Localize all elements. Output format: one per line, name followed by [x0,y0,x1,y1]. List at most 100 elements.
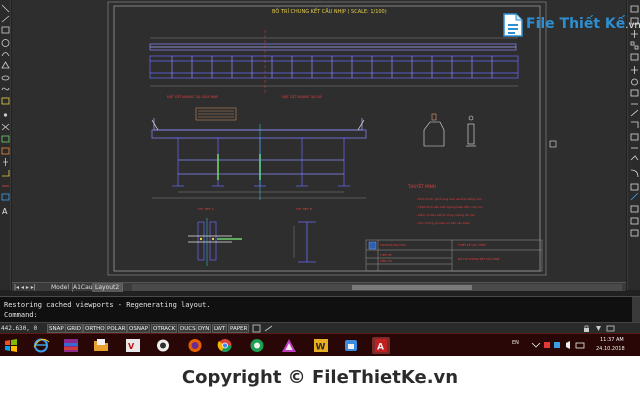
circle-tool-icon [1,39,10,47]
erase-icon [630,5,639,13]
volume-icon [566,341,570,349]
bridge-cross-section [151,107,367,200]
horizontal-scrollbar[interactable] [132,284,622,291]
detail-label-left: CHI TIẾT A [198,205,215,211]
detail-b-ibeam [293,221,316,263]
file-explorer-icon[interactable] [92,337,110,354]
winrar-icon[interactable] [62,337,80,354]
section-label-mid: MẶT CẮT NGANG TẠI GỐI [282,94,322,99]
clock-time[interactable]: 11:37 AM [600,337,624,343]
bridge-elevation [149,30,519,94]
command-window[interactable]: Restoring cached viewports - Regeneratin… [0,296,640,322]
detail-a-connection [188,218,242,266]
trim-right-icon [630,109,639,117]
unikey-icon[interactable]: V [124,337,142,354]
lwt-toggle[interactable]: LWT [212,324,228,333]
steel-girders [172,137,350,187]
word-icon[interactable]: W [312,337,330,354]
title-block-row1: THIẾT KẾ [380,251,392,257]
lock-icon[interactable] [582,324,591,333]
autocad-window: A BỐ TRÍ CHUNG KẾT CẤU NHỊP (SCALE: 1/1… [0,0,640,356]
chrome-icon[interactable] [216,337,234,354]
layout-tabs-bar: |◂ ◂ ▸ ▸| Model A1Cau Layout2 [12,282,626,292]
language-indicator[interactable]: EN [512,340,519,346]
move-right-icon [631,66,638,74]
dyn-toggle[interactable]: DYN [196,324,212,333]
notes-heading: THUYẾT MINH [407,183,436,189]
arc-tool-icon [1,52,10,57]
note-line-3: - Dầm có liên kết bu lông cường độ cao [416,213,475,217]
osnap-toggle[interactable]: OSNAP [127,324,151,333]
extend-icon [631,121,639,128]
command-history: Restoring cached viewports - Regeneratin… [4,301,211,309]
left-toolbar: A [0,0,11,290]
brand-name: File Thiết Kế.vn [526,16,640,32]
crosshair-pickbox [549,140,557,148]
brand-watermark: File Thiết Kế.vn [500,10,640,40]
coc-coc-icon[interactable] [248,337,266,354]
properties-icon [630,192,639,201]
horizontal-scroll-thumb[interactable] [352,285,472,290]
layer-icon [630,205,639,213]
drawing-canvas[interactable]: BỐ TRÍ CHUNG KẾT CẤU NHỊP ( SCALE: 1/100… [12,0,640,282]
brand-text: File Thiết Kế [526,16,626,32]
coordinate-readout: 442.630, 0 [1,325,38,332]
battery-icon [575,342,585,349]
note-line-1: - Kích thước ghi trong bản vẽ tính bằng … [416,196,482,201]
firefox-icon[interactable] [186,337,204,354]
match-icon [630,217,639,225]
hatch-tool-icon [1,123,10,131]
polygon-tool-icon [1,61,10,69]
viewport-icon[interactable] [252,324,261,333]
snap-toggle[interactable]: SNAP [47,324,66,333]
title-block-sheet: BỐ TRÍ CHUNG KẾT CẤU NHỊP [458,255,500,261]
region-tool-icon [1,135,10,143]
screen-tool-icon[interactable] [280,337,298,354]
svg-text:V: V [128,342,135,351]
detail-pier [423,113,445,147]
windows-taskbar: V W A EN 11:37 AM 24.10.2018 [0,333,640,356]
note-line-4: - Sơn chống gỉ toàn bộ kết cấu thép [416,221,470,225]
tray-chevron-icon [531,342,541,348]
left-toolbar-icons: A [1,4,10,216]
svg-text:W: W [316,343,326,353]
detail-label-mid: CHI TIẾT B [296,205,312,211]
tab-navigation-arrows[interactable]: |◂ ◂ ▸ ▸| [14,284,36,291]
multiline-text-icon [1,193,10,201]
title-block-org: TRƯỜNG ĐẠI HỌC [379,242,406,247]
ortho-toggle[interactable]: ORTHO [83,324,107,333]
svg-text:A: A [377,343,384,353]
command-prompt[interactable]: Command: [4,311,38,319]
autocad-icon[interactable]: A [372,337,390,354]
clock-date[interactable]: 24.10.2018 [596,346,625,352]
internet-explorer-icon[interactable] [32,337,50,354]
command-scrollbar[interactable] [632,297,640,322]
system-tray-icons[interactable] [530,340,590,350]
annotation-scale-icon[interactable] [264,324,273,333]
ducs-toggle[interactable]: DUCS [178,324,198,333]
scale-icon [630,89,639,97]
windows-start-icon[interactable] [2,337,20,354]
tray-settings-icon[interactable] [594,324,603,333]
polar-toggle[interactable]: POLAR [105,324,128,333]
dim-icon [630,229,639,237]
paper-border [107,1,547,276]
tab-layout2[interactable]: Layout2 [92,283,124,292]
otrack-toggle[interactable]: OTRACK [151,324,178,333]
ellipse-tool-icon [1,75,10,81]
girder-bolts [217,154,261,180]
offset-tool-icon [2,170,10,177]
note-line-2: - Thép hình liên kết ngang thép tấm chịu… [416,205,483,209]
grid-toggle[interactable]: GRID [65,324,83,333]
rotate-icon [631,78,638,86]
detail-bearing [466,115,476,147]
table-tool-icon [1,147,10,155]
fillet-icon [630,169,639,178]
right-toolbar-icons [630,5,639,237]
vpn-icon[interactable] [342,337,360,354]
brand-suffix: .vn [625,20,640,31]
explode-icon [630,183,639,191]
paper-toggle[interactable]: PAPER [228,324,250,333]
media-player-icon[interactable] [154,337,172,354]
clean-screen-icon[interactable] [606,324,615,333]
